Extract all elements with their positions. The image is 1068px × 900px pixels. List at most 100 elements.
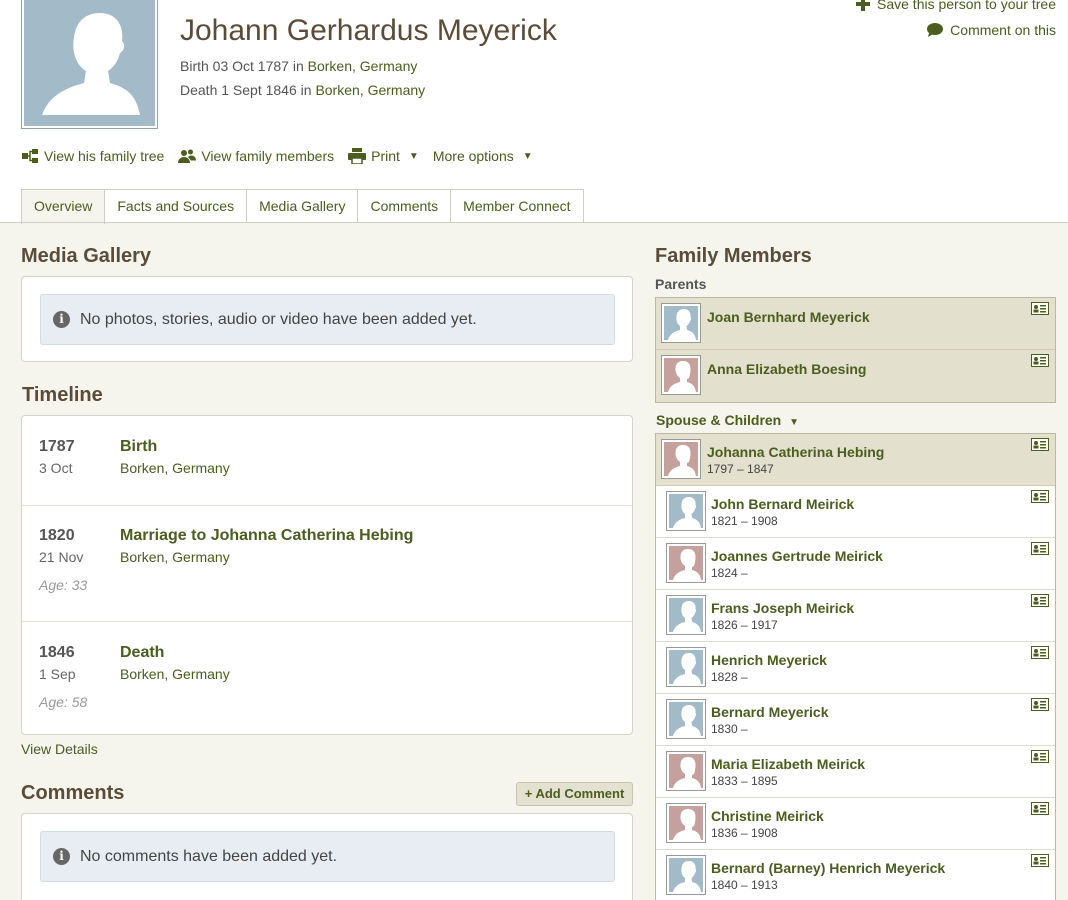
timeline-event-marriage: 1820 21 Nov Marriage to Johanna Catherin… bbox=[22, 506, 632, 622]
silhouette-icon bbox=[673, 861, 701, 892]
print-tool[interactable]: Print ▼ bbox=[348, 148, 419, 164]
timeline-box: 1787 3 Oct Birth Borken, Germany 1820 21… bbox=[21, 415, 633, 735]
silhouette-icon bbox=[673, 705, 701, 736]
profile-card-icon[interactable] bbox=[1031, 594, 1049, 607]
spouse-children-list: Johanna Catherina Hebing 1797 – 1847 Joh… bbox=[655, 433, 1056, 900]
event-year: 1820 bbox=[39, 527, 75, 544]
family-member-name[interactable]: John Bernard Meirick bbox=[711, 496, 854, 512]
tabs-divider bbox=[0, 222, 1068, 223]
person-tabs: Overview Facts and Sources Media Gallery… bbox=[21, 189, 584, 224]
person-header: Johann Gerhardus Meyerick Birth 03 Oct 1… bbox=[0, 0, 1068, 224]
more-options-tool[interactable]: More options ▼ bbox=[433, 148, 533, 164]
family-member-name[interactable]: Anna Elizabeth Boesing bbox=[707, 361, 866, 377]
family-member-dates: 1824 – bbox=[711, 566, 748, 580]
comment-action[interactable]: Comment on this bbox=[855, 20, 1056, 40]
family-member-dates: 1826 – 1917 bbox=[711, 618, 778, 632]
avatar bbox=[666, 647, 706, 687]
profile-card-icon[interactable] bbox=[1031, 490, 1049, 503]
event-title[interactable]: Birth bbox=[120, 438, 157, 456]
birth-text: Birth 03 Oct 1787 in bbox=[180, 58, 308, 74]
profile-card-icon[interactable] bbox=[1031, 438, 1049, 451]
event-place[interactable]: Borken, Germany bbox=[120, 549, 230, 565]
add-comment-button[interactable]: + Add Comment bbox=[516, 782, 633, 806]
print-link[interactable]: Print bbox=[371, 148, 400, 164]
silhouette-icon bbox=[673, 601, 701, 632]
more-options-link[interactable]: More options bbox=[433, 148, 514, 164]
avatar bbox=[666, 699, 706, 739]
death-text: Death 1 Sept 1846 in bbox=[180, 82, 316, 98]
silhouette-icon bbox=[42, 13, 140, 115]
info-icon: i bbox=[53, 311, 70, 328]
profile-card-icon[interactable] bbox=[1031, 750, 1049, 763]
tab-member-connect[interactable]: Member Connect bbox=[450, 189, 584, 223]
silhouette-icon bbox=[673, 809, 701, 840]
family-tree-link[interactable]: View his family tree bbox=[44, 148, 164, 164]
list-item-child[interactable]: Frans Joseph Meirick 1826 – 1917 bbox=[656, 590, 1055, 642]
spouse-children-toggle[interactable]: Spouse & Children ▼ bbox=[656, 412, 799, 428]
profile-card-icon[interactable] bbox=[1031, 802, 1049, 815]
family-member-dates: 1828 – bbox=[711, 670, 748, 684]
profile-card-icon[interactable] bbox=[1031, 698, 1049, 711]
plus-icon bbox=[856, 0, 870, 11]
profile-card-icon[interactable] bbox=[1031, 646, 1049, 659]
tab-comments[interactable]: Comments bbox=[357, 189, 452, 223]
profile-card-icon[interactable] bbox=[1031, 854, 1049, 867]
list-item-child[interactable]: Bernard (Barney) Henrich Meyerick 1840 – … bbox=[656, 850, 1055, 900]
avatar bbox=[666, 751, 706, 791]
comments-empty-message: i No comments have been added yet. bbox=[40, 831, 615, 882]
profile-card-icon[interactable] bbox=[1031, 542, 1049, 555]
silhouette-icon bbox=[673, 653, 701, 684]
parents-label: Parents bbox=[655, 276, 707, 292]
event-place[interactable]: Borken, Germany bbox=[120, 666, 230, 682]
avatar bbox=[661, 439, 701, 479]
view-details-link[interactable]: View Details bbox=[21, 741, 98, 757]
tab-media-gallery[interactable]: Media Gallery bbox=[246, 189, 359, 223]
family-member-dates: 1840 – 1913 bbox=[711, 878, 778, 892]
family-members-link[interactable]: View family members bbox=[201, 148, 334, 164]
list-item-child[interactable]: Christine Meirick 1836 – 1908 bbox=[656, 798, 1055, 850]
list-item-spouse[interactable]: Johanna Catherina Hebing 1797 – 1847 bbox=[656, 434, 1055, 486]
tab-overview[interactable]: Overview bbox=[21, 189, 106, 224]
profile-card-icon[interactable] bbox=[1031, 354, 1049, 367]
family-member-name[interactable]: Frans Joseph Meirick bbox=[711, 600, 854, 616]
top-actions: Save this person to your tree Comment on… bbox=[855, 0, 1056, 50]
event-place[interactable]: Borken, Germany bbox=[120, 460, 230, 476]
family-member-name[interactable]: Henrich Meyerick bbox=[711, 652, 827, 668]
family-member-dates: 1821 – 1908 bbox=[711, 514, 778, 528]
chevron-down-icon: ▼ bbox=[789, 417, 800, 428]
timeline-event-birth: 1787 3 Oct Birth Borken, Germany bbox=[22, 416, 632, 506]
family-members-tool[interactable]: View family members bbox=[178, 148, 334, 164]
family-member-name[interactable]: Joan Bernhard Meyerick bbox=[707, 309, 870, 325]
death-place-link[interactable]: Borken, Germany bbox=[315, 82, 425, 98]
family-member-name[interactable]: Christine Meirick bbox=[711, 808, 824, 824]
list-item[interactable]: Joan Bernhard Meyerick bbox=[656, 298, 1055, 350]
comment-link[interactable]: Comment on this bbox=[950, 22, 1056, 38]
profile-card-icon[interactable] bbox=[1031, 302, 1049, 315]
event-date: 1 Sep bbox=[39, 666, 76, 682]
family-member-name[interactable]: Maria Elizabeth Meirick bbox=[711, 756, 865, 772]
list-item-child[interactable]: Joannes Gertrude Meirick 1824 – bbox=[656, 538, 1055, 590]
save-person-link[interactable]: Save this person to your tree bbox=[877, 0, 1056, 12]
save-person-action[interactable]: Save this person to your tree bbox=[855, 0, 1056, 14]
birth-place-link[interactable]: Borken, Germany bbox=[308, 58, 418, 74]
list-item-child[interactable]: Henrich Meyerick 1828 – bbox=[656, 642, 1055, 694]
family-member-name[interactable]: Joannes Gertrude Meirick bbox=[711, 548, 883, 564]
avatar bbox=[666, 543, 706, 583]
family-member-name[interactable]: Johanna Catherina Hebing bbox=[707, 444, 884, 460]
media-empty-text: No photos, stories, audio or video have … bbox=[80, 310, 477, 328]
list-item[interactable]: Anna Elizabeth Boesing bbox=[656, 350, 1055, 402]
event-title[interactable]: Marriage to Johanna Catherina Hebing bbox=[120, 527, 413, 545]
person-tools: View his family tree View family members… bbox=[21, 148, 533, 164]
family-member-name[interactable]: Bernard (Barney) Henrich Meyerick bbox=[711, 860, 945, 876]
family-tree-tool[interactable]: View his family tree bbox=[21, 148, 164, 164]
event-age: Age: 33 bbox=[39, 577, 88, 593]
tab-facts-and-sources[interactable]: Facts and Sources bbox=[104, 189, 248, 223]
event-title[interactable]: Death bbox=[120, 644, 164, 662]
list-item-child[interactable]: Bernard Meyerick 1830 – bbox=[656, 694, 1055, 746]
family-member-name[interactable]: Bernard Meyerick bbox=[711, 704, 829, 720]
list-item-child[interactable]: John Bernard Meirick 1821 – 1908 bbox=[656, 486, 1055, 538]
timeline-event-death: 1846 1 Sep Death Borken, Germany Age: 58 bbox=[22, 622, 632, 734]
avatar bbox=[661, 303, 701, 343]
list-item-child[interactable]: Maria Elizabeth Meirick 1833 – 1895 bbox=[656, 746, 1055, 798]
silhouette-icon bbox=[668, 309, 696, 340]
